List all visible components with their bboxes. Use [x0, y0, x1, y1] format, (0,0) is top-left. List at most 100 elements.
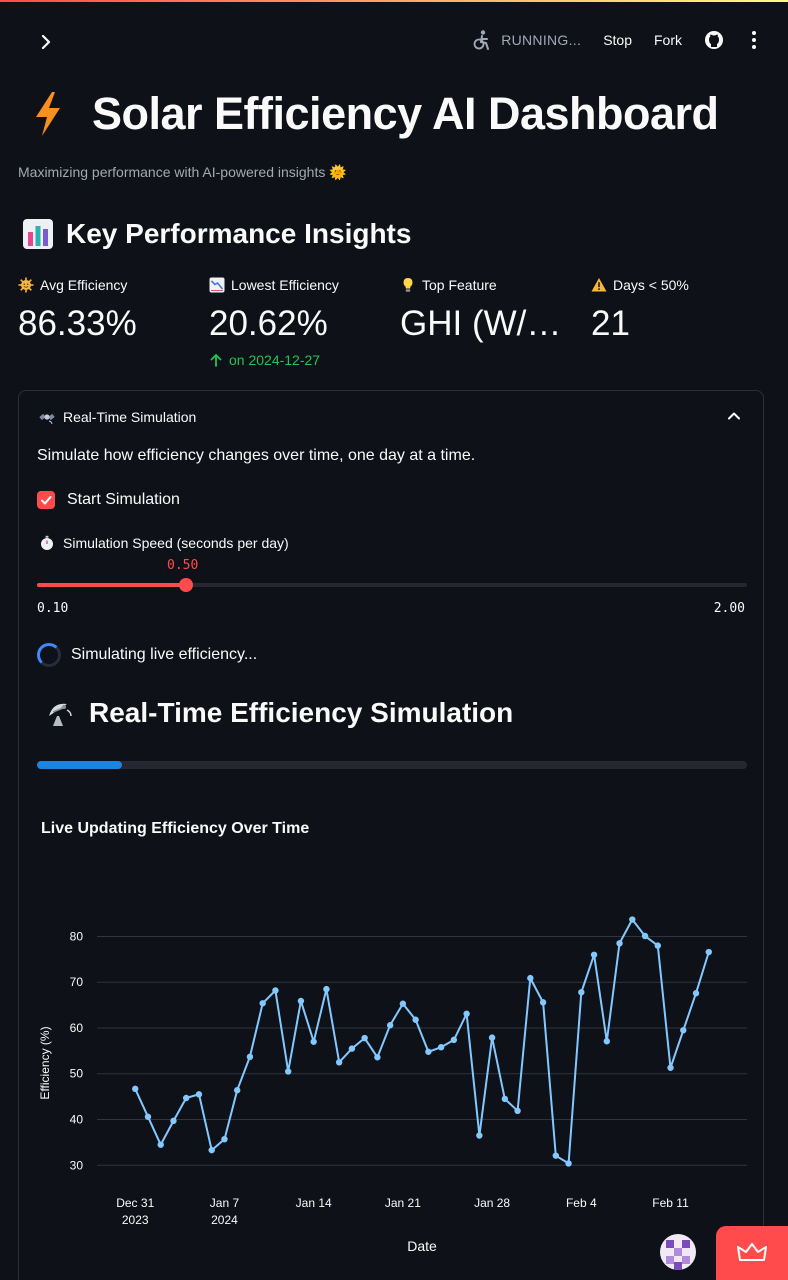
checkbox-box[interactable] — [37, 491, 55, 509]
slider-label-text: Simulation Speed (seconds per day) — [63, 535, 289, 551]
metrics-row: Avg Efficiency 86.33% Lowest Efficiency … — [18, 276, 778, 376]
data-point — [233, 1087, 241, 1094]
data-point — [680, 1027, 687, 1034]
running-label: RUNNING... — [501, 32, 582, 48]
data-point — [335, 1059, 343, 1066]
expand-sidebar-button[interactable] — [34, 30, 58, 54]
data-point — [641, 932, 649, 940]
chevron-up-icon[interactable] — [725, 407, 743, 425]
data-point — [132, 1085, 139, 1093]
metric-delta: on 2024-12-27 — [209, 352, 389, 368]
stopwatch-icon — [41, 535, 53, 550]
speed-slider-thumb[interactable] — [179, 578, 194, 592]
data-point — [348, 1045, 356, 1052]
metric-delta-text: on 2024-12-27 — [229, 352, 321, 368]
running-indicator: RUNNING... — [471, 29, 581, 51]
data-point — [221, 1135, 228, 1143]
progress-fill — [37, 761, 123, 769]
data-point — [195, 1091, 203, 1098]
y-tick-label: 80 — [70, 929, 84, 943]
data-point — [705, 948, 712, 956]
slider-min-label: 0.10 — [37, 601, 69, 616]
streamlit-cloud-button[interactable] — [716, 1226, 788, 1280]
metric-lowest-efficiency: Lowest Efficiency 20.62% on 2024-12-27 — [209, 276, 389, 368]
metric-label: Days < 50% — [613, 277, 689, 293]
data-point — [501, 1095, 509, 1103]
metric-label: Top Feature — [422, 277, 497, 293]
spinner-status: Simulating live efficiency... — [37, 643, 257, 667]
stop-button[interactable]: Stop — [603, 32, 632, 48]
simulation-description: Simulate how efficiency changes over tim… — [37, 447, 476, 464]
simulation-expander: Real-Time Simulation Simulate how effici… — [18, 390, 764, 1280]
sun-face-icon — [18, 277, 34, 293]
data-point — [667, 1064, 674, 1071]
slider-current-value: 0.50 — [167, 558, 199, 573]
y-tick-label: 70 — [70, 975, 84, 989]
data-point — [246, 1053, 254, 1061]
efficiency-line-chart: Live Updating Efficiency Over Time 30 40 5… — [38, 820, 747, 1254]
metric-value: 20.62% — [209, 304, 328, 343]
fork-button[interactable]: Fork — [654, 32, 682, 48]
page-title: Solar Efficiency AI Dashboard — [92, 88, 719, 139]
x-tick-label: Jan 14 — [296, 1196, 332, 1210]
data-point — [565, 1160, 572, 1167]
avatar-pattern-icon — [660, 1234, 696, 1270]
data-point — [692, 990, 700, 997]
start-simulation-checkbox[interactable]: Start Simulation — [37, 491, 180, 509]
metric-days-below-50: Days < 50% 21 — [591, 276, 771, 344]
efficiency-series-line — [134, 917, 710, 1166]
x-tick-label: Feb 11 — [652, 1196, 689, 1210]
chart-x-ticks: Dec 31 2023 Jan 7 2024 Jan 14 Jan 21 Jan 28 Feb… — [116, 1196, 689, 1227]
data-point — [476, 1132, 483, 1139]
data-point — [183, 1094, 190, 1102]
crown-icon — [737, 1243, 767, 1261]
data-point — [374, 1054, 381, 1061]
data-point — [603, 1038, 611, 1045]
app-root: RUNNING... Stop Fork Solar Efficiency AI… — [0, 0, 788, 1280]
data-point — [616, 940, 623, 947]
data-point — [514, 1107, 521, 1115]
data-point — [361, 1034, 368, 1042]
lightbulb-icon — [403, 278, 413, 292]
x-tick-label: Jan 21 — [385, 1196, 421, 1210]
x-axis-label: Date — [407, 1238, 437, 1254]
metric-value: 21 — [591, 304, 630, 343]
data-point — [488, 1034, 496, 1041]
data-point — [208, 1146, 215, 1154]
simulation-progress-bar — [37, 761, 747, 769]
running-person-icon — [473, 30, 490, 50]
speed-slider-fill — [37, 583, 187, 587]
chevron-right-icon — [41, 34, 51, 50]
metric-avg-efficiency: Avg Efficiency 86.33% — [18, 276, 198, 344]
status-bar: RUNNING... Stop Fork — [471, 26, 762, 54]
slider-label: Simulation Speed (seconds per day) — [39, 535, 289, 551]
speed-slider-track[interactable] — [37, 578, 747, 592]
y-tick-label: 50 — [70, 1067, 84, 1081]
user-avatar[interactable] — [660, 1234, 696, 1270]
expander-header[interactable]: Real-Time Simulation — [39, 409, 196, 425]
data-point — [654, 942, 661, 949]
x-tick-year-label: 2023 — [122, 1213, 149, 1227]
data-point — [527, 974, 534, 982]
x-tick-label: Dec 31 — [116, 1196, 154, 1210]
metric-value: GHI (W/… — [400, 304, 562, 343]
satellite-icon — [39, 413, 55, 425]
metric-top-feature: Top Feature GHI (W/… — [400, 276, 580, 344]
data-point — [386, 1022, 394, 1029]
metric-label: Lowest Efficiency — [231, 277, 339, 293]
satellite-antenna-icon — [49, 703, 72, 726]
page-header: Solar Efficiency AI Dashboard — [30, 88, 719, 140]
data-point — [157, 1141, 164, 1148]
x-tick-label: Jan 28 — [474, 1196, 510, 1210]
checkmark-icon — [41, 496, 52, 505]
main-menu-button[interactable] — [746, 30, 762, 50]
data-point — [284, 1068, 292, 1075]
loading-spinner-icon — [37, 643, 61, 667]
kpi-section-header: Key Performance Insights — [22, 218, 411, 250]
github-icon[interactable] — [704, 30, 724, 50]
checkbox-label: Start Simulation — [67, 491, 180, 508]
data-point — [425, 1048, 432, 1055]
data-point — [297, 997, 305, 1005]
data-point — [259, 1000, 266, 1007]
expander-title: Real-Time Simulation — [63, 409, 197, 425]
